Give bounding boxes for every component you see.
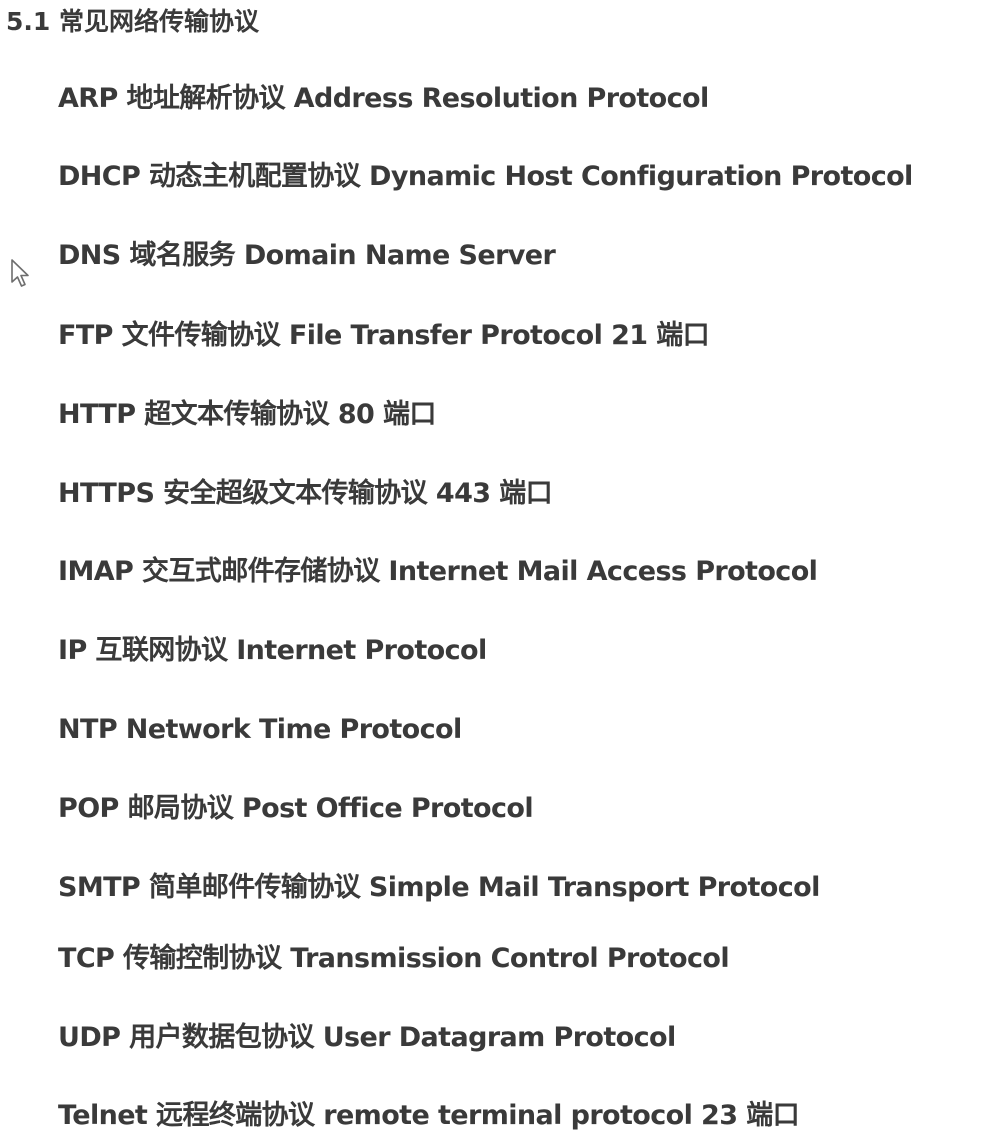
protocol-item-imap: IMAP 交互式邮件存储协议 Internet Mail Access Prot… bbox=[58, 556, 818, 587]
protocol-item-dhcp: DHCP 动态主机配置协议 Dynamic Host Configuration… bbox=[58, 161, 913, 192]
protocol-item-ip: IP 互联网协议 Internet Protocol bbox=[58, 635, 487, 666]
page-title: 5.1 常见网络传输协议 bbox=[6, 7, 259, 36]
protocol-item-smtp: SMTP 简单邮件传输协议 Simple Mail Transport Prot… bbox=[58, 872, 820, 903]
protocol-item-http: HTTP 超文本传输协议 80 端口 bbox=[58, 399, 436, 430]
mouse-pointer-icon bbox=[11, 259, 29, 287]
protocol-item-pop: POP 邮局协议 Post Office Protocol bbox=[58, 793, 534, 824]
protocol-item-dns: DNS 域名服务 Domain Name Server bbox=[58, 240, 556, 271]
protocol-item-ftp: FTP 文件传输协议 File Transfer Protocol 21 端口 bbox=[58, 320, 710, 351]
protocol-item-udp: UDP 用户数据包协议 User Datagram Protocol bbox=[58, 1022, 676, 1053]
protocol-item-arp: ARP 地址解析协议 Address Resolution Protocol bbox=[58, 83, 709, 114]
protocol-item-tcp: TCP 传输控制协议 Transmission Control Protocol bbox=[58, 943, 730, 974]
protocol-item-ntp: NTP Network Time Protocol bbox=[58, 714, 462, 745]
protocol-item-https: HTTPS 安全超级文本传输协议 443 端口 bbox=[58, 478, 553, 509]
protocol-item-telnet: Telnet 远程终端协议 remote terminal protocol 2… bbox=[58, 1100, 800, 1131]
